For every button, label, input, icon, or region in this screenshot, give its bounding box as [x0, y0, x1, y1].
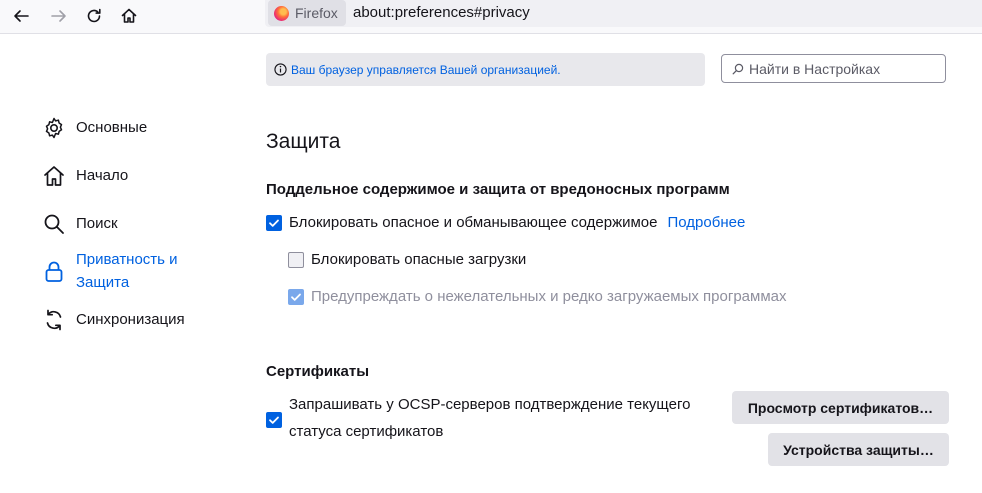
sidebar-item-label: Поиск [76, 215, 118, 232]
learn-more-link[interactable]: Подробнее [668, 214, 746, 231]
search-input[interactable] [749, 60, 934, 77]
deceptive-content-heading: Поддельное содержимое и защита от вредон… [266, 181, 730, 198]
back-button[interactable] [8, 3, 34, 29]
home-icon [44, 166, 64, 186]
block-dangerous-row[interactable]: Блокировать опасное и обманывающее содер… [266, 214, 745, 231]
identity-box[interactable]: Firefox [268, 0, 346, 26]
gear-icon [45, 117, 63, 139]
block-dangerous-label[interactable]: Блокировать опасное и обманывающее содер… [289, 214, 658, 231]
sync-icon [46, 309, 62, 331]
back-arrow-icon [14, 10, 29, 22]
sidebar-item-label: Синхронизация [76, 311, 185, 328]
search-icon [44, 214, 64, 234]
forward-button[interactable] [46, 3, 72, 29]
checkmark-icon [269, 219, 279, 227]
reload-icon [87, 8, 101, 23]
security-devices-button[interactable]: Устройства защиты… [768, 433, 949, 466]
home-icon [121, 8, 137, 23]
sidebar-item-label: Приватность и Защита [76, 251, 178, 291]
settings-search[interactable] [721, 54, 946, 83]
ocsp-row[interactable]: Запрашивать у OCSP-серверов подтверждени… [266, 396, 709, 445]
identity-label: Firefox [295, 5, 338, 21]
reload-button[interactable] [81, 3, 107, 29]
warn-unwanted-label: Предупреждать о нежелательных и редко за… [311, 288, 787, 305]
sidebar-item-label: Основные [76, 119, 148, 136]
warn-unwanted-row: Предупреждать о нежелательных и редко за… [288, 288, 786, 305]
sidebar-item-home[interactable]: Начало [42, 164, 128, 188]
page-title: Защита [266, 130, 341, 153]
policy-banner[interactable]: Ваш браузер управляется Вашей организаци… [266, 53, 705, 86]
home-button[interactable] [116, 3, 142, 29]
block-downloads-row[interactable]: Блокировать опасные загрузки [288, 251, 526, 268]
info-icon [274, 63, 287, 76]
checkmark-icon [269, 416, 279, 424]
sidebar-item-general[interactable]: Основные [42, 116, 147, 140]
sidebar-item-sync[interactable]: Синхронизация [42, 308, 185, 332]
checkmark-icon [291, 293, 301, 301]
sidebar-item-privacy[interactable]: Приватность и Защита [42, 248, 206, 294]
block-downloads-checkbox[interactable] [288, 251, 304, 268]
block-dangerous-checkbox[interactable] [266, 214, 282, 231]
firefox-logo-icon [274, 5, 289, 21]
forward-arrow-icon [51, 10, 66, 22]
sidebar-item-label: Начало [76, 167, 129, 184]
sidebar-item-search[interactable]: Поиск [42, 212, 118, 236]
warn-unwanted-checkbox [288, 288, 304, 305]
navigation-toolbar: Firefox about:preferences#privacy [0, 0, 982, 34]
search-icon [732, 63, 744, 74]
url-text[interactable]: about:preferences#privacy [353, 4, 530, 21]
ocsp-label[interactable]: Запрашивать у OCSP-серверов подтверждени… [289, 391, 709, 445]
lock-icon [45, 261, 63, 282]
ocsp-checkbox[interactable] [266, 412, 282, 428]
view-certificates-button[interactable]: Просмотр сертификатов… [732, 391, 949, 424]
certificates-heading: Сертификаты [266, 363, 370, 380]
block-downloads-label[interactable]: Блокировать опасные загрузки [311, 251, 526, 268]
policy-banner-text[interactable]: Ваш браузер управляется Вашей организаци… [291, 63, 561, 77]
